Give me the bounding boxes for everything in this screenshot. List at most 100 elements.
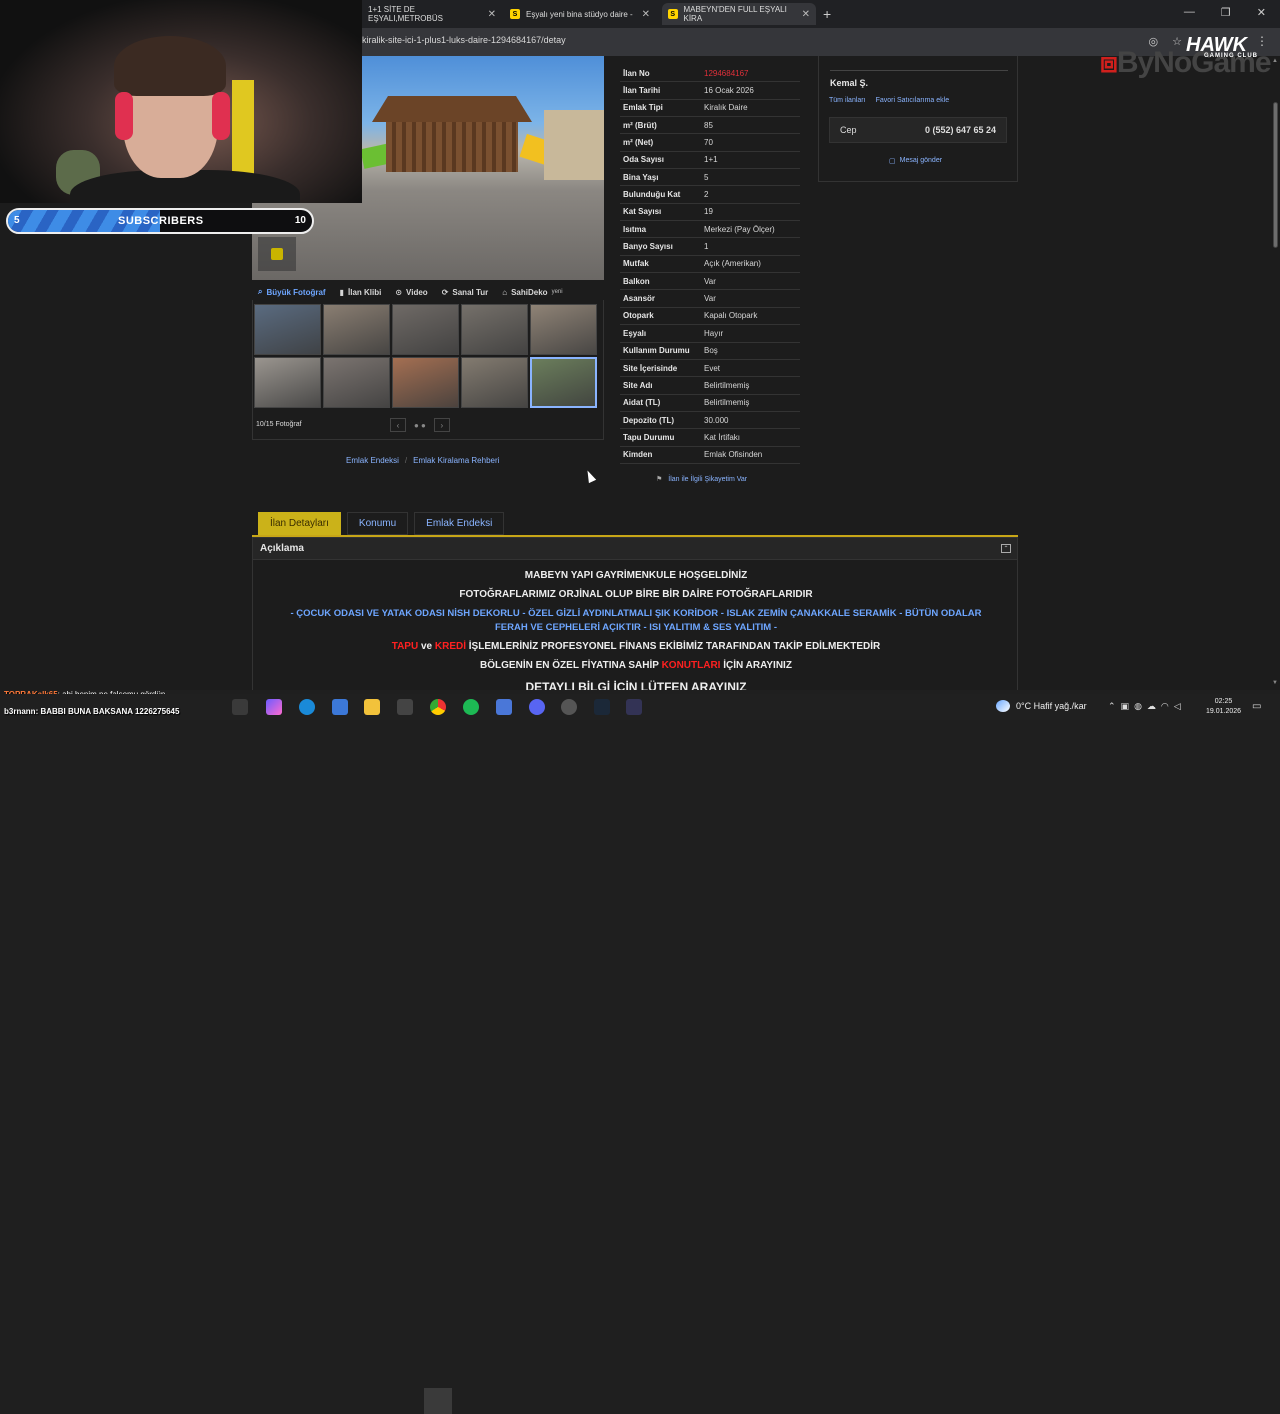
subscriber-goal-bar: 5 SUBSCRIBERS 10 bbox=[6, 208, 314, 234]
detail-value: Var bbox=[704, 276, 716, 286]
detail-label: Bina Yaşı bbox=[623, 172, 659, 182]
steam-icon[interactable] bbox=[594, 699, 610, 715]
tab-listing-details[interactable]: İlan Detayları bbox=[258, 512, 341, 535]
phone-number[interactable]: 0 (552) 647 65 24 bbox=[925, 125, 996, 135]
store-icon[interactable] bbox=[332, 699, 348, 715]
detail-row: Balkon Var bbox=[620, 273, 800, 291]
new-tab-button[interactable]: + bbox=[823, 6, 831, 22]
scroll-thumb[interactable] bbox=[1273, 102, 1278, 248]
report-link[interactable]: İlan ile İlgili Şikayetim Var bbox=[668, 476, 747, 483]
browser-tab-2[interactable]: S Eşyalı yeni bina stüdyo daire - ✕ bbox=[504, 3, 656, 25]
report-link-row[interactable]: ⚑ İlan ile İlgili Şikayetim Var bbox=[656, 475, 747, 484]
send-message-link[interactable]: ▢ Mesaj gönder bbox=[889, 157, 942, 165]
message-icon: ▢ bbox=[889, 158, 896, 165]
all-listings-link[interactable]: Tüm ilanları bbox=[829, 97, 866, 104]
tab-real-estate-index[interactable]: Emlak Endeksi bbox=[414, 512, 505, 535]
media-tabs: ⌕ Büyük Fotoğraf ▮ İlan Klibi ⊙ Video ⟳ … bbox=[252, 284, 604, 300]
scroll-up-icon[interactable]: ▲ bbox=[1272, 58, 1278, 64]
detail-label: Bulunduğu Kat bbox=[623, 190, 681, 200]
media-tab-video[interactable]: ⊙ Video bbox=[395, 288, 427, 297]
photo-thumbnail[interactable] bbox=[254, 304, 321, 355]
photo-thumbnail[interactable] bbox=[530, 357, 597, 408]
next-page-icon[interactable]: › bbox=[433, 418, 450, 432]
speaker-icon[interactable]: ◁ bbox=[1174, 701, 1181, 712]
media-tab-large-photo[interactable]: ⌕ Büyük Fotoğraf bbox=[258, 287, 326, 297]
restore-icon[interactable]: ❐ bbox=[1221, 6, 1231, 19]
media-tab-label: Video bbox=[406, 287, 428, 297]
calculator-icon[interactable] bbox=[626, 699, 642, 715]
detail-value: Var bbox=[704, 294, 716, 304]
url-field[interactable]: ali-kiralik-site-ici-1-plus1-luks-daire-… bbox=[350, 35, 566, 45]
detail-value: 70 bbox=[704, 138, 713, 148]
copilot-icon[interactable] bbox=[266, 699, 282, 715]
browser-tab-3[interactable]: S MABEYN'DEN FULL EŞYALI KİRA ✕ bbox=[662, 3, 816, 25]
photo-thumbnail[interactable] bbox=[323, 357, 390, 408]
headset-icon bbox=[212, 92, 230, 140]
tray-app-icon[interactable]: ◍ bbox=[1134, 701, 1142, 712]
description-line-6: BÖLGENİN EN ÖZEL FİYATINA SAHİP KONUTLAR… bbox=[253, 660, 1019, 671]
windows-taskbar bbox=[0, 694, 1280, 1414]
media-tab-sahideko[interactable]: ⌂ SahiDeko yeni bbox=[502, 288, 562, 297]
call-text: İÇİN ARAYINIZ bbox=[723, 660, 792, 671]
photo-thumbnail[interactable] bbox=[461, 304, 528, 355]
favorite-seller-link[interactable]: Favori Satıcılarıma ekle bbox=[876, 97, 950, 104]
collapse-icon[interactable]: ⌃ bbox=[1001, 544, 1011, 553]
browser-tab-1[interactable]: 1+1 SİTE DE EŞYALI,METROBÜS ✕ bbox=[362, 3, 502, 25]
description-line-1: MABEYN YAPI GAYRİMENKULE HOŞGELDİNİZ bbox=[524, 570, 748, 581]
tab-1-title: 1+1 SİTE DE EŞYALI,METROBÜS bbox=[368, 5, 443, 23]
notification-icon[interactable]: ▭ bbox=[1252, 701, 1261, 712]
tray-app-icon[interactable]: ▣ bbox=[1121, 701, 1130, 712]
photo-watermark-logo bbox=[258, 237, 296, 271]
tab-location[interactable]: Konumu bbox=[346, 512, 409, 535]
scroll-down-icon[interactable]: ▼ bbox=[1272, 680, 1278, 686]
detail-value: 16 Ocak 2026 bbox=[704, 86, 754, 96]
close-tab-icon[interactable]: ✕ bbox=[642, 9, 650, 20]
wifi-icon[interactable]: ◠ bbox=[1161, 701, 1169, 712]
detail-value: Boş bbox=[704, 346, 718, 356]
thumbnail-pager: ‹ ● ● › bbox=[390, 418, 450, 432]
detail-row: m² (Brüt) 85 bbox=[620, 117, 800, 135]
tray-app-icon[interactable]: ☁ bbox=[1147, 701, 1156, 712]
task-view-icon[interactable] bbox=[232, 699, 248, 715]
photo-thumbnail[interactable] bbox=[461, 357, 528, 408]
photo-thumbnail[interactable] bbox=[530, 304, 597, 355]
ve-word: ve bbox=[420, 641, 433, 652]
description-line-7: DETAYLI BİLGİ İÇİN LÜTFEN ARAYINIZ bbox=[525, 680, 747, 690]
media-tab-virtual-tour[interactable]: ⟳ Sanal Tur bbox=[442, 288, 489, 297]
detail-value: Kiralık Daire bbox=[704, 103, 748, 113]
photo-thumbnail[interactable] bbox=[392, 357, 459, 408]
close-tab-icon[interactable]: ✕ bbox=[802, 9, 810, 20]
photo-thumbnail[interactable] bbox=[323, 304, 390, 355]
close-tab-icon[interactable]: ✕ bbox=[488, 9, 496, 20]
prev-page-icon[interactable]: ‹ bbox=[390, 418, 406, 432]
obs-icon[interactable] bbox=[561, 699, 577, 715]
detail-label: m² (Brüt) bbox=[623, 120, 657, 130]
edge-icon[interactable] bbox=[299, 699, 315, 715]
photo-thumbnail[interactable] bbox=[392, 304, 459, 355]
weather-widget[interactable]: 0°C Hafif yağ./kar bbox=[996, 700, 1087, 712]
tab-3-title: MABEYN'DEN FULL EŞYALI KİRA bbox=[683, 5, 787, 23]
play-icon: ⊙ bbox=[395, 287, 403, 297]
minimize-icon[interactable]: — bbox=[1184, 6, 1195, 19]
media-tab-label: Büyük Fotoğraf bbox=[266, 287, 326, 297]
file-explorer-icon[interactable] bbox=[364, 699, 380, 715]
media-tab-clip[interactable]: ▮ İlan Klibi bbox=[340, 288, 382, 297]
chrome-icon[interactable] bbox=[430, 699, 446, 715]
photo-thumbnail[interactable] bbox=[254, 357, 321, 408]
taskbar-clock[interactable]: 02:25 19.01.2026 bbox=[1206, 697, 1241, 717]
close-window-icon[interactable]: ✕ bbox=[1257, 6, 1266, 19]
chevron-up-icon[interactable]: ⌃ bbox=[1108, 701, 1116, 712]
link-kiralama-rehberi[interactable]: Emlak Kiralama Rehberi bbox=[413, 456, 499, 465]
xbox-icon[interactable] bbox=[397, 699, 413, 715]
detail-label: Balkon bbox=[623, 276, 650, 286]
app-icon[interactable] bbox=[496, 699, 512, 715]
playground-image bbox=[360, 96, 575, 186]
weather-text: 0°C Hafif yağ./kar bbox=[1016, 701, 1087, 711]
discord-icon[interactable] bbox=[529, 699, 545, 715]
link-emlak-endeksi[interactable]: Emlak Endeksi bbox=[346, 456, 399, 465]
spotify-icon[interactable] bbox=[463, 699, 479, 715]
detail-row: Site İçerisinde Evet bbox=[620, 360, 800, 378]
send-message-label: Mesaj gönder bbox=[899, 157, 943, 164]
page-scrollbar[interactable]: ▲ ▼ bbox=[1270, 56, 1280, 690]
goal-label: SUBSCRIBERS bbox=[118, 215, 204, 227]
